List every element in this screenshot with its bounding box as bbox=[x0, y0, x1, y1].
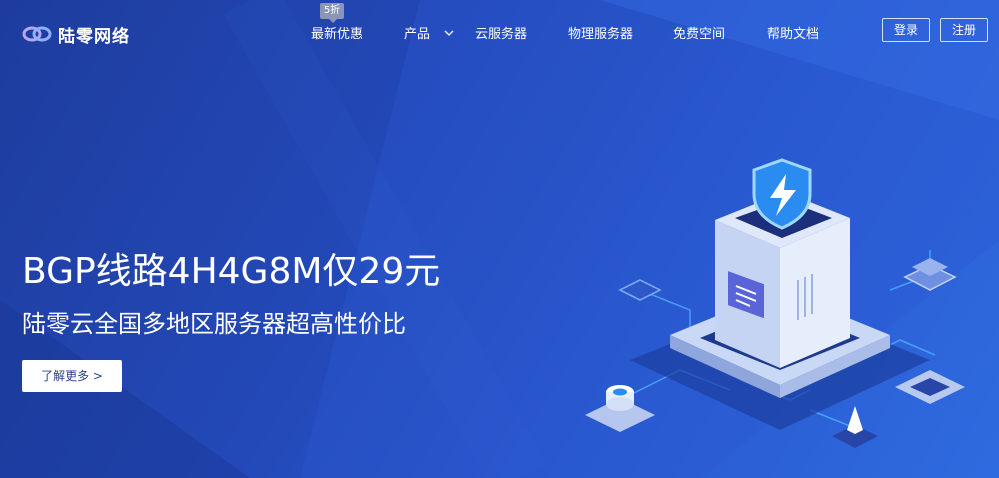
hero-title: BGP线路4H4G8M仅29元 bbox=[22, 251, 441, 292]
nav-cloud-server[interactable]: 云服务器 bbox=[475, 23, 527, 42]
top-navigation: 陆零网络 5折 最新优惠 产品 云服务器 物理服务器 免费空间 帮助文档 登录 … bbox=[0, 0, 999, 62]
nav-help-docs[interactable]: 帮助文档 bbox=[767, 23, 819, 42]
brand-logo[interactable]: 陆零网络 bbox=[22, 20, 130, 48]
nav-physical-server[interactable]: 物理服务器 bbox=[568, 23, 633, 42]
nav-free-space[interactable]: 免费空间 bbox=[673, 23, 725, 42]
hero-subtitle: 陆零云全国多地区服务器超高性价比 bbox=[22, 310, 406, 338]
register-button[interactable]: 注册 bbox=[940, 18, 988, 42]
cloud-link-icon bbox=[22, 26, 52, 42]
server-illustration bbox=[585, 158, 965, 448]
chevron-down-icon bbox=[444, 30, 454, 36]
nav-latest-offers[interactable]: 最新优惠 bbox=[311, 23, 363, 42]
brand-name: 陆零网络 bbox=[58, 26, 130, 47]
nav-products[interactable]: 产品 bbox=[404, 23, 454, 42]
nav-products-label: 产品 bbox=[404, 27, 431, 42]
learn-more-button[interactable]: 了解更多 > bbox=[22, 360, 122, 392]
login-button[interactable]: 登录 bbox=[882, 18, 930, 42]
discount-badge: 5折 bbox=[320, 3, 344, 23]
